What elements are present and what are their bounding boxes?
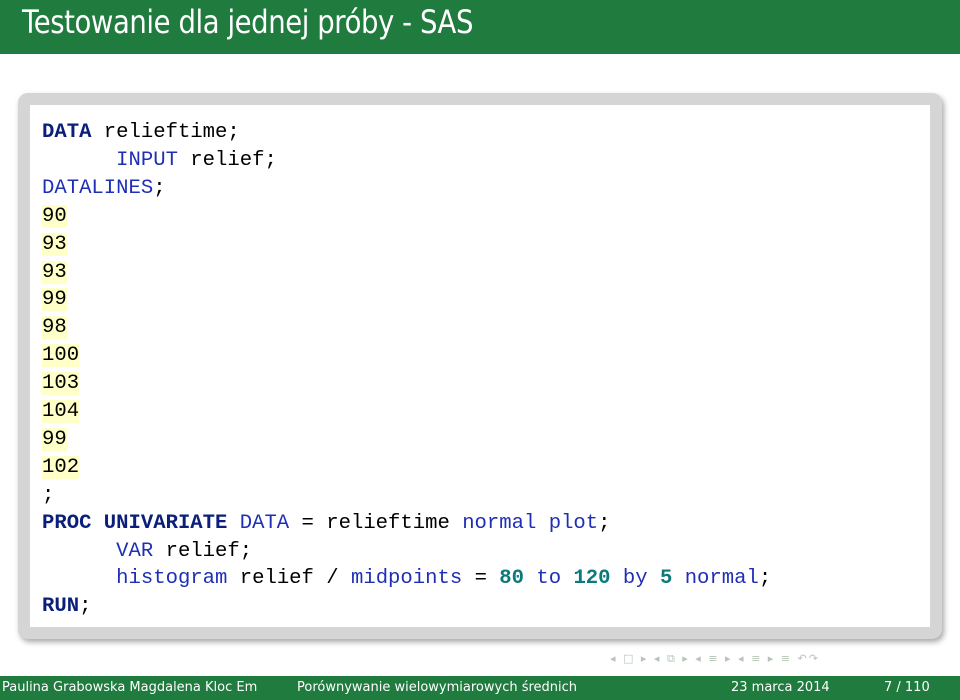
slide-footer: Paulina Grabowska Magdalena Kloc Em Poró…	[0, 676, 960, 700]
code-token: 98	[42, 316, 67, 340]
code-line: ;	[42, 482, 54, 510]
code-line: histogram relief / midpoints = 80 to 120…	[42, 565, 771, 593]
footer-date: 23 marca 2014	[731, 680, 830, 695]
code-token: RUN	[42, 595, 80, 619]
footer-page-number: 7 / 110	[884, 680, 930, 695]
code-line: 99	[42, 286, 67, 314]
code-token: histogram	[116, 567, 228, 591]
beamer-navigation-bar[interactable]: ◂ □ ▸ ◂ ⧉ ▸ ◂ ≡ ▸ ◂ ≡ ▸ ≡ ↶↷	[610, 652, 820, 666]
code-line: 90	[42, 203, 67, 231]
code-token: PROC UNIVARIATE	[42, 511, 228, 535]
code-token: to	[536, 567, 562, 591]
code-token: 5	[659, 567, 673, 591]
code-token: relief;	[153, 539, 253, 563]
code-line: 104	[42, 398, 80, 426]
code-line: 102	[42, 454, 80, 482]
code-line: RUN;	[42, 593, 91, 621]
code-token: normal	[462, 511, 537, 535]
code-line: 98	[42, 314, 67, 342]
code-token: DATA	[42, 121, 92, 144]
code-token: midpoints	[350, 567, 463, 591]
code-token: 102	[42, 455, 80, 479]
slide-title: Testowanie dla jednej próby - SAS	[22, 3, 473, 41]
code-token: 80	[499, 567, 525, 591]
code-screenshot-frame: DATA relieftime; INPUT relief; DATALINES;…	[18, 93, 942, 639]
code-token: ;	[758, 567, 772, 591]
code-token: 104	[42, 400, 80, 423]
code-token: normal	[684, 567, 759, 591]
code-token: ;	[79, 595, 92, 619]
code-line: PROC UNIVARIATE DATA = relieftime normal…	[42, 510, 611, 538]
code-token: 99	[42, 427, 67, 451]
slide-title-bar: Testowanie dla jednej próby - SAS	[0, 0, 960, 54]
code-line: 103	[42, 370, 80, 398]
code-token: DATALINES	[42, 176, 154, 200]
code-token: = relieftime	[289, 511, 463, 535]
code-token: relief;	[177, 148, 277, 172]
code-token: 93	[42, 260, 67, 284]
code-token: ;	[42, 483, 55, 507]
code-token: 100	[42, 344, 80, 368]
code-line: 99	[42, 426, 67, 454]
code-line: INPUT relief;	[42, 147, 277, 175]
code-line: VAR relief;	[42, 538, 252, 566]
code-line: 100	[42, 342, 80, 370]
code-token: ;	[598, 511, 611, 535]
code-token: 99	[42, 288, 67, 312]
footer-authors: Paulina Grabowska Magdalena Kloc Em	[2, 680, 258, 695]
code-token: =	[462, 567, 500, 591]
code-token: by	[622, 567, 648, 591]
code-token: INPUT	[116, 148, 178, 172]
code-token: VAR	[116, 539, 154, 563]
code-token: DATA	[239, 511, 290, 535]
code-token: 120	[573, 567, 611, 591]
code-token: relieftime;	[91, 121, 240, 144]
code-line: 93	[42, 259, 67, 287]
code-line: DATALINES;	[42, 175, 166, 203]
code-token: 90	[42, 204, 67, 228]
code-token: relief /	[227, 567, 351, 591]
code-token: 93	[42, 232, 67, 256]
code-line: 93	[42, 231, 67, 259]
code-token: ;	[153, 176, 166, 200]
footer-title: Porównywanie wielowymiarowych średnich	[297, 680, 578, 695]
code-token: 103	[42, 372, 80, 396]
code-screenshot: DATA relieftime; INPUT relief; DATALINES;…	[30, 105, 930, 627]
code-line: DATA relieftime;	[42, 119, 240, 147]
code-token: plot	[548, 511, 599, 535]
